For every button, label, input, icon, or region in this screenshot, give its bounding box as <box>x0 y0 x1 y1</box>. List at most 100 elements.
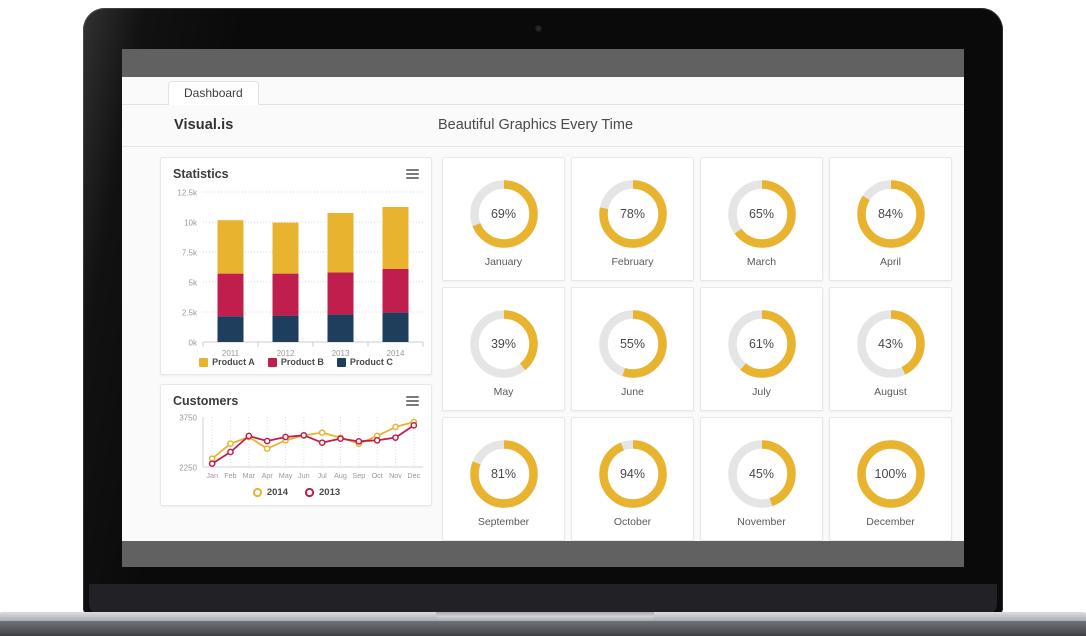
svg-text:Mar: Mar <box>243 471 256 480</box>
svg-text:Nov: Nov <box>389 471 402 480</box>
donut-month-label: June <box>621 385 644 398</box>
donut-month-label: September <box>477 515 530 528</box>
webcam-icon <box>535 25 542 32</box>
svg-text:2250: 2250 <box>179 464 197 473</box>
laptop-base-shell <box>89 584 997 614</box>
legend-item[interactable]: Product B <box>267 357 324 367</box>
hamburger-menu-icon[interactable] <box>406 396 419 406</box>
svg-text:10k: 10k <box>184 219 198 228</box>
svg-text:May: May <box>279 471 293 480</box>
donut-month-label: January <box>484 255 523 268</box>
donut-month-label: May <box>493 385 514 398</box>
svg-text:Feb: Feb <box>224 471 236 480</box>
hamburger-menu-icon[interactable] <box>406 169 419 179</box>
donut-chart: 69% <box>467 177 541 251</box>
donut-chart: 45% <box>725 437 799 511</box>
donut-percent-label: 65% <box>748 206 775 221</box>
donut-chart: 55% <box>596 307 670 381</box>
page-title: Beautiful Graphics Every Time <box>438 117 634 133</box>
donut-card[interactable]: 69% January <box>442 157 565 281</box>
donut-card[interactable]: 65% March <box>700 157 823 281</box>
legend-swatch <box>199 357 209 367</box>
legend-label: Product B <box>280 357 324 367</box>
legend-item[interactable]: 2013 <box>304 487 340 498</box>
donut-month-label: August <box>874 385 907 398</box>
svg-text:0k: 0k <box>189 339 198 348</box>
donut-percent-label: 45% <box>748 466 775 481</box>
donut-percent-label: 100% <box>874 466 907 481</box>
legend-label: 2014 <box>266 487 288 498</box>
donut-month-label: July <box>752 385 771 398</box>
donut-percent-label: 78% <box>619 206 646 221</box>
svg-text:12.5k: 12.5k <box>177 189 198 198</box>
donut-card[interactable]: 45% November <box>700 417 823 541</box>
donut-chart: 100% <box>854 437 928 511</box>
donut-month-label: October <box>613 515 652 528</box>
customers-panel-title: Customers <box>173 394 239 408</box>
app-header: Visual.is Beautiful Graphics Every Time <box>122 105 964 147</box>
legend-marker-icon <box>304 487 315 498</box>
donut-chart: 39% <box>467 307 541 381</box>
donut-chart: 94% <box>596 437 670 511</box>
donut-month-label: March <box>746 255 777 268</box>
laptop-mockup: Dashboard Visual.is Beautiful Graphics E… <box>0 0 1086 636</box>
donut-percent-label: 39% <box>490 336 517 351</box>
browser-top-chrome-bar <box>122 49 964 77</box>
donut-chart: 43% <box>854 307 928 381</box>
svg-text:Oct: Oct <box>372 471 383 480</box>
svg-text:3750: 3750 <box>179 414 197 423</box>
dashboard-app: Dashboard Visual.is Beautiful Graphics E… <box>122 77 964 541</box>
statistics-panel-title: Statistics <box>173 167 229 181</box>
donut-card[interactable]: 84% April <box>829 157 952 281</box>
legend-item[interactable]: Product A <box>199 357 255 367</box>
donut-card[interactable]: 61% July <box>700 287 823 411</box>
donut-month-label: April <box>879 255 901 268</box>
donut-card[interactable]: 100% December <box>829 417 952 541</box>
brand-logo-text: Visual.is <box>174 117 234 133</box>
svg-text:5k: 5k <box>189 279 198 288</box>
donut-month-label: February <box>611 255 654 268</box>
donut-card[interactable]: 78% February <box>571 157 694 281</box>
donut-chart: 84% <box>854 177 928 251</box>
svg-text:Aug: Aug <box>334 471 347 480</box>
donut-percent-label: 61% <box>748 336 775 351</box>
legend-label: Product C <box>349 357 393 367</box>
donut-chart: 65% <box>725 177 799 251</box>
legend-swatch <box>267 357 277 367</box>
dashboard-content: Statistics 0k 2.5k 5k 7.5k 10k 12.5k 2011 2012 2… <box>122 147 964 541</box>
legend-swatch <box>336 357 346 367</box>
tab-dashboard[interactable]: Dashboard <box>168 81 259 107</box>
svg-text:Apr: Apr <box>262 471 274 480</box>
customers-chart: 2250 3750 Jan Feb Mar Apr May Jun Jul Aug Sep Oct No… <box>161 411 433 488</box>
donut-card[interactable]: 81% September <box>442 417 565 541</box>
customers-legend: 2014 2013 <box>161 487 431 498</box>
line-chart-svg: 2250 3750 Jan Feb Mar Apr May Jun Jul Aug Sep Oct No… <box>179 414 423 480</box>
left-column: Statistics 0k 2.5k 5k 7.5k 10k 12.5k 2011 2012 2… <box>160 157 432 541</box>
legend-item[interactable]: 2014 <box>252 487 288 498</box>
svg-text:Sep: Sep <box>352 471 365 480</box>
donut-card[interactable]: 94% October <box>571 417 694 541</box>
donut-percent-label: 84% <box>877 206 904 221</box>
donut-chart: 61% <box>725 307 799 381</box>
donut-percent-label: 81% <box>490 466 517 481</box>
legend-marker-icon <box>252 487 263 498</box>
legend-label: Product A <box>212 357 255 367</box>
statistics-chart: 0k 2.5k 5k 7.5k 10k 12.5k 2011 2012 2013 2014 <box>161 184 433 379</box>
donut-percent-label: 55% <box>619 336 646 351</box>
legend-label: 2013 <box>319 487 341 498</box>
svg-text:Jan: Jan <box>206 471 218 480</box>
donut-month-label: December <box>866 515 915 528</box>
statistics-legend: Product A Product B Product C <box>161 357 431 367</box>
tab-strip: Dashboard <box>122 77 964 107</box>
donut-card[interactable]: 55% June <box>571 287 694 411</box>
svg-text:7.5k: 7.5k <box>182 249 198 258</box>
donut-card[interactable]: 43% August <box>829 287 952 411</box>
donut-chart: 81% <box>467 437 541 511</box>
donut-card[interactable]: 39% May <box>442 287 565 411</box>
customers-panel: Customers 2250 3750 Jan Feb Mar Apr May Jun Jul A… <box>160 384 432 506</box>
donut-month-label: November <box>737 515 786 528</box>
svg-text:2.5k: 2.5k <box>182 309 198 318</box>
svg-text:Dec: Dec <box>407 471 420 480</box>
legend-item[interactable]: Product C <box>336 357 393 367</box>
donut-percent-label: 94% <box>619 466 646 481</box>
